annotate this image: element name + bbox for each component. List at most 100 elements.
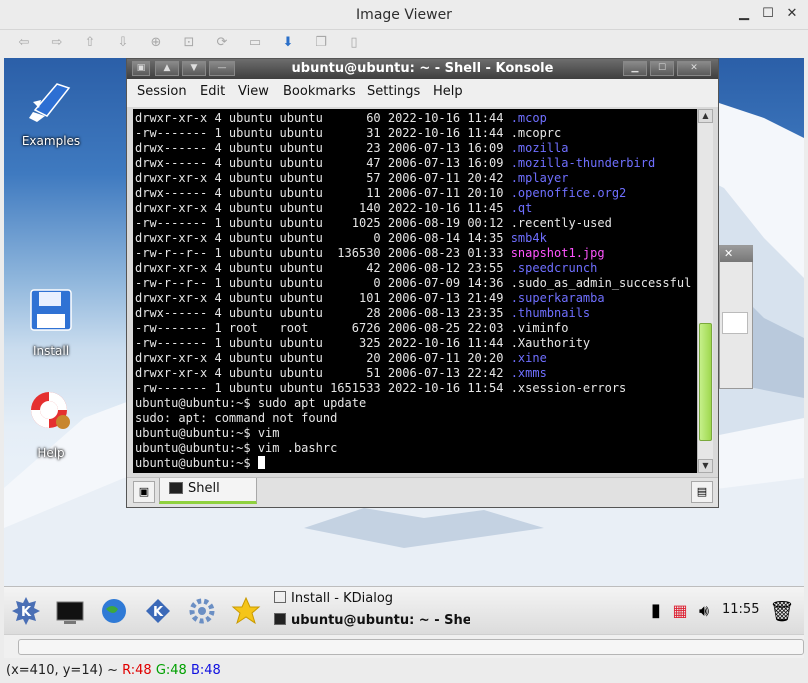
konsole-menubar: Session Edit View Bookmarks Settings Hel… bbox=[127, 79, 718, 107]
trash-icon[interactable]: 🗑︎ bbox=[766, 595, 798, 627]
terminal-filename: .mcop bbox=[510, 111, 547, 125]
scroll-up-icon[interactable]: ▲ bbox=[698, 109, 713, 123]
star-icon[interactable] bbox=[230, 595, 262, 627]
desktop-icon-install[interactable]: Install bbox=[6, 286, 96, 358]
desktop-icon-examples[interactable]: Examples bbox=[6, 76, 96, 148]
task-konsole[interactable]: ubuntu@ubuntu: ~ - Shel bbox=[274, 613, 470, 633]
close-icon[interactable]: ✕ bbox=[785, 7, 799, 21]
terminal-line: ubuntu@ubuntu:~$ vim .bashrc bbox=[135, 441, 691, 456]
down-icon[interactable]: ⇩ bbox=[114, 34, 132, 52]
menu-session[interactable]: Session bbox=[137, 84, 187, 99]
terminal-filename: .superkaramba bbox=[510, 291, 605, 305]
terminal-filename: .qt bbox=[510, 201, 533, 215]
rotate-icon[interactable]: ⟳ bbox=[213, 34, 231, 52]
terminal-filename: .sudo_as_admin_successful bbox=[510, 276, 692, 290]
svg-text:K: K bbox=[21, 605, 32, 620]
desktop-icon-help[interactable]: Help bbox=[6, 388, 96, 460]
settings-gear-icon[interactable] bbox=[186, 595, 218, 627]
view-icon[interactable]: ▭ bbox=[246, 34, 264, 52]
terminal-line: drwx------ 4 ubuntu ubuntu 28 2006-08-13… bbox=[135, 306, 691, 321]
terminal-filename: .viminfo bbox=[510, 321, 569, 335]
desktop-icon-label: Help bbox=[37, 446, 65, 460]
new-session-icon[interactable]: ▣ bbox=[133, 481, 155, 503]
terminal-line: drwxr-xr-x 4 ubuntu ubuntu 60 2022-10-16… bbox=[135, 111, 691, 126]
terminal-line-meta: -rw------- 1 ubuntu ubuntu 31 2022-10-16… bbox=[135, 126, 511, 140]
k-menu-icon[interactable]: K bbox=[10, 595, 42, 627]
terminal-filename: smb4k bbox=[510, 231, 547, 245]
viewer-statusbar: (x=410, y=14) ~ R:48 G:48 B:48 bbox=[0, 660, 808, 683]
status-blue: B:48 bbox=[190, 663, 221, 678]
konsole-window[interactable]: ▣ ▲ ▼ — ubuntu@ubuntu: ~ - Shell - Konso… bbox=[126, 58, 719, 508]
lifebuoy-icon bbox=[31, 392, 70, 429]
minimize-icon[interactable]: ▁ bbox=[737, 7, 751, 21]
terminal-line-meta: drwx------ 4 ubuntu ubuntu 11 2006-07-11… bbox=[135, 186, 511, 200]
viewer-horizontal-scrollbar[interactable] bbox=[4, 634, 804, 658]
terminal-line: -rw------- 1 root root 6726 2006-08-25 2… bbox=[135, 321, 691, 336]
terminal-line-meta: -rw------- 1 root root 6726 2006-08-25 2… bbox=[135, 321, 511, 335]
terminal-line: -rw------- 1 ubuntu ubuntu 1651533 2022-… bbox=[135, 381, 691, 396]
maximize-icon[interactable]: ☐ bbox=[761, 7, 775, 21]
konqueror-globe-icon[interactable] bbox=[98, 595, 130, 627]
status-red: R:48 bbox=[122, 663, 152, 678]
terminal-line-meta: drwxr-xr-x 4 ubuntu ubuntu 0 2006-08-14 … bbox=[135, 231, 511, 245]
terminal-line-meta: drwx------ 4 ubuntu ubuntu 23 2006-07-13… bbox=[135, 141, 511, 155]
terminal-line-meta: -rw------- 1 ubuntu ubuntu 1025 2006-08-… bbox=[135, 216, 511, 230]
save-icon[interactable]: ⬇ bbox=[279, 34, 297, 52]
status-green: G:48 bbox=[155, 663, 187, 678]
tab-shell[interactable]: Shell bbox=[159, 478, 257, 504]
menu-settings[interactable]: Settings bbox=[367, 84, 420, 99]
forward-icon[interactable]: ⇨ bbox=[48, 34, 66, 52]
menu-bookmarks[interactable]: Bookmarks bbox=[283, 84, 356, 99]
terminal-icon[interactable] bbox=[54, 595, 86, 627]
copy-icon[interactable]: ❐ bbox=[312, 34, 330, 52]
terminal-line-meta: drwxr-xr-x 4 ubuntu ubuntu 60 2022-10-16… bbox=[135, 111, 511, 125]
volume-icon[interactable]: 🔊︎ bbox=[688, 595, 720, 627]
terminal-text: ubuntu@ubuntu:~$ sudo apt update bbox=[135, 396, 367, 410]
scroll-down-icon[interactable]: ▼ bbox=[698, 459, 713, 473]
task-label: ubuntu@ubuntu: ~ - Shel bbox=[291, 613, 470, 628]
book-arrow-icon bbox=[29, 83, 71, 122]
task-install-kdialog[interactable]: Install - KDialog bbox=[274, 591, 393, 611]
kontact-k-icon[interactable]: K bbox=[142, 595, 174, 627]
terminal-line-meta: drwx------ 4 ubuntu ubuntu 28 2006-08-13… bbox=[135, 306, 511, 320]
minimize-icon[interactable]: ▁ bbox=[623, 61, 647, 76]
fit-icon[interactable]: ⊡ bbox=[180, 34, 198, 52]
terminal-icon bbox=[169, 482, 183, 494]
terminal-line: -rw-r--r-- 1 ubuntu ubuntu 136530 2006-0… bbox=[135, 246, 691, 261]
terminal-filename: .speedcrunch bbox=[510, 261, 598, 275]
terminal-line: drwxr-xr-x 4 ubuntu ubuntu 140 2022-10-1… bbox=[135, 201, 691, 216]
konsole-titlebar[interactable]: ▣ ▲ ▼ — ubuntu@ubuntu: ~ - Shell - Konso… bbox=[127, 59, 718, 79]
terminal-line-meta: drwx------ 4 ubuntu ubuntu 47 2006-07-13… bbox=[135, 156, 511, 170]
viewer-title: Image Viewer bbox=[356, 7, 452, 23]
terminal-line: ubuntu@ubuntu:~$ sudo apt update bbox=[135, 396, 691, 411]
document-icon[interactable]: ▯ bbox=[345, 34, 363, 52]
terminal-scrollbar[interactable]: ▲ ▼ bbox=[697, 109, 713, 473]
tab-label: Shell bbox=[188, 481, 220, 496]
terminal-line-meta: drwxr-xr-x 4 ubuntu ubuntu 51 2006-07-13… bbox=[135, 366, 511, 380]
floppy-disk-icon bbox=[30, 289, 72, 331]
zoom-in-icon[interactable]: ⊕ bbox=[147, 34, 165, 52]
close-session-icon[interactable]: ▤ bbox=[691, 481, 713, 503]
kde-taskbar: K K Install - KDialog ubuntu@ubuntu: ~ -… bbox=[4, 586, 804, 634]
kdialog-input[interactable] bbox=[722, 312, 748, 334]
terminal-line: ubuntu@ubuntu:~$ bbox=[135, 456, 691, 471]
terminal-output[interactable]: drwxr-xr-x 4 ubuntu ubuntu 60 2022-10-16… bbox=[133, 109, 697, 473]
maximize-icon[interactable]: ☐ bbox=[650, 61, 674, 76]
back-icon[interactable]: ⇦ bbox=[15, 34, 33, 52]
kdialog-titlebar[interactable]: ✕ bbox=[720, 246, 753, 262]
terminal-line: drwxr-xr-x 4 ubuntu ubuntu 51 2006-07-13… bbox=[135, 366, 691, 381]
terminal-line: drwx------ 4 ubuntu ubuntu 11 2006-07-11… bbox=[135, 186, 691, 201]
menu-help[interactable]: Help bbox=[433, 84, 463, 99]
terminal-line-meta: drwxr-xr-x 4 ubuntu ubuntu 101 2006-07-1… bbox=[135, 291, 511, 305]
scroll-thumb[interactable] bbox=[699, 323, 712, 441]
terminal-text: ubuntu@ubuntu:~$ vim bbox=[135, 426, 280, 440]
close-icon[interactable]: ✕ bbox=[677, 61, 711, 76]
up-icon[interactable]: ⇧ bbox=[81, 34, 99, 52]
menu-view[interactable]: View bbox=[238, 84, 269, 99]
terminal-line-meta: drwxr-xr-x 4 ubuntu ubuntu 57 2006-07-11… bbox=[135, 171, 511, 185]
kdialog-window[interactable]: ✕ bbox=[719, 245, 753, 389]
menu-edit[interactable]: Edit bbox=[200, 84, 225, 99]
clock[interactable]: 11:55 bbox=[722, 602, 759, 617]
terminal-line: -rw------- 1 ubuntu ubuntu 1025 2006-08-… bbox=[135, 216, 691, 231]
scroll-track[interactable] bbox=[18, 639, 804, 655]
